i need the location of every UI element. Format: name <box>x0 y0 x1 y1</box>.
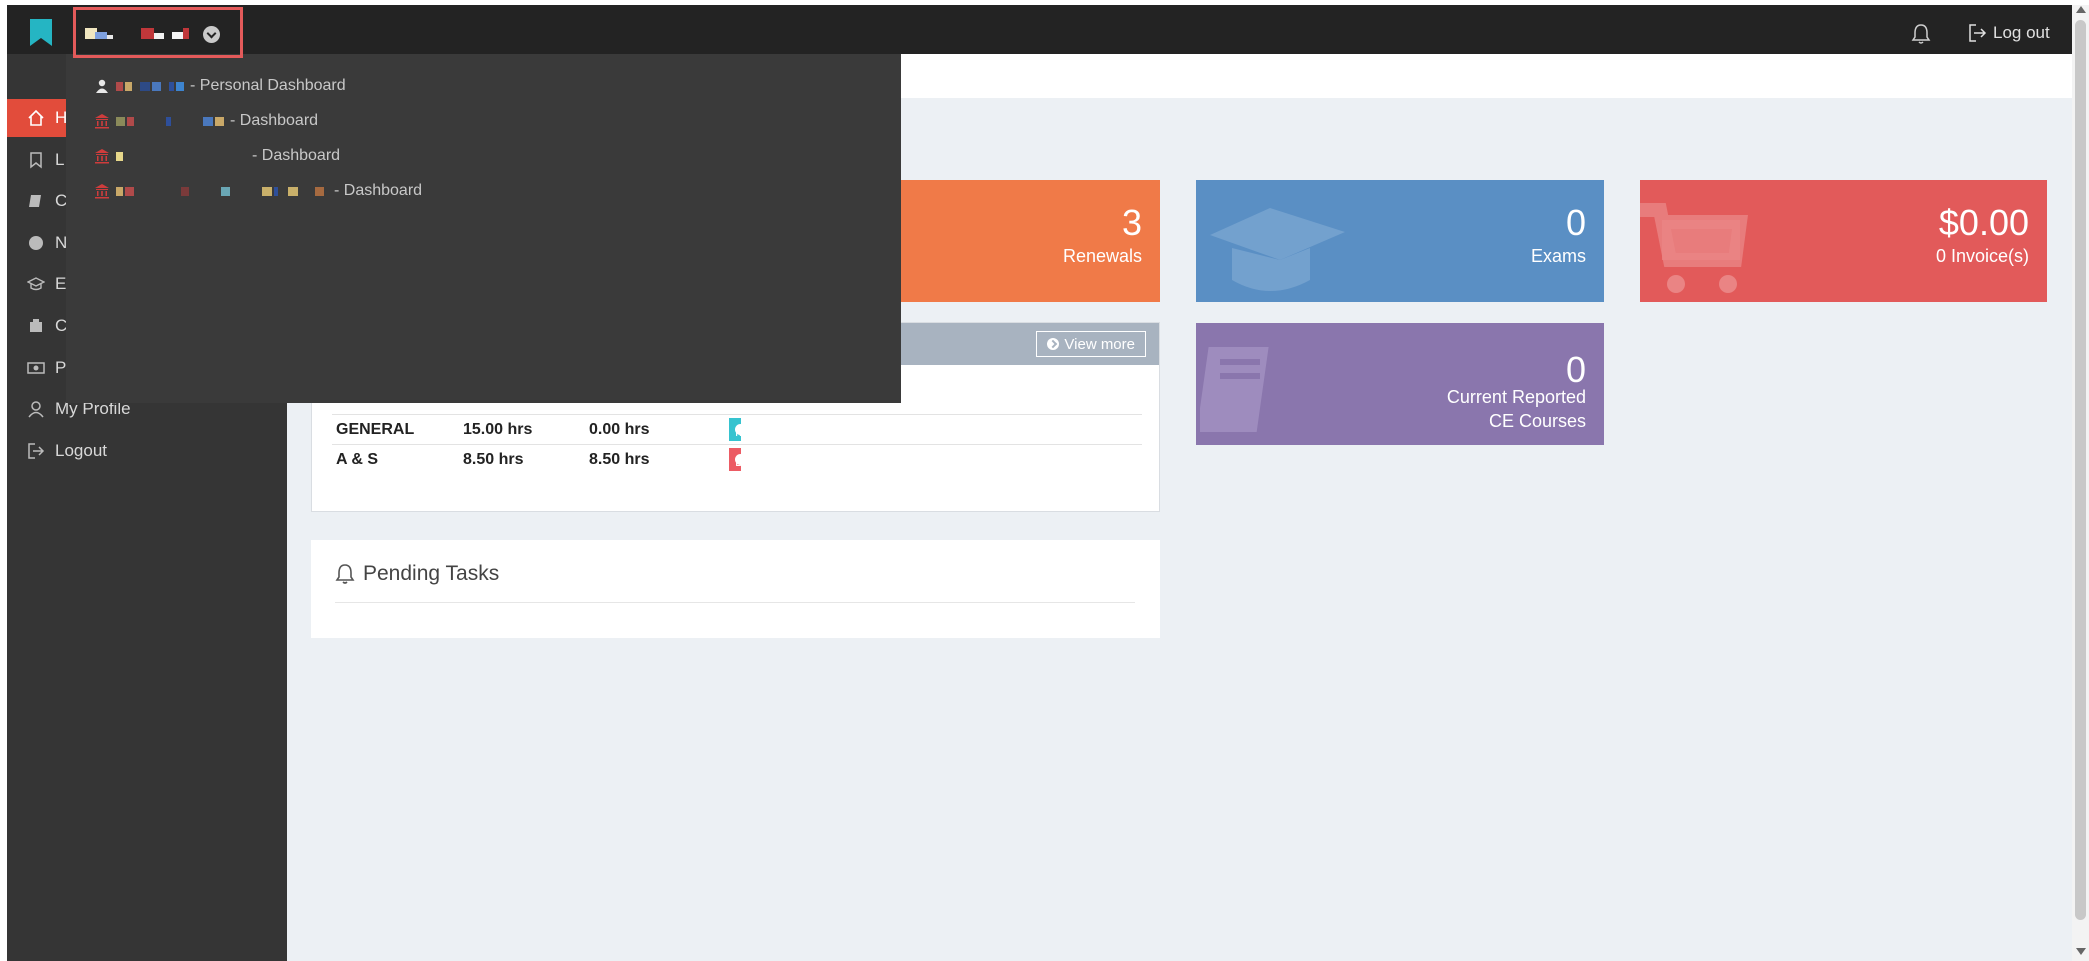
exams-label: Exams <box>1530 246 1586 266</box>
sign-out-icon <box>1969 24 1987 42</box>
account-switcher-button[interactable] <box>73 7 243 58</box>
view-more-button[interactable]: View more <box>1036 331 1146 357</box>
user-outline-icon <box>28 401 44 418</box>
account-option-label: - Dashboard <box>230 112 319 129</box>
courses-label-line2: CE Courses <box>1488 411 1586 431</box>
account-option-label: - Dashboard <box>334 182 423 199</box>
institution-icon <box>95 184 109 199</box>
money-icon <box>27 362 45 374</box>
user-icon <box>96 79 108 93</box>
bookmark-icon <box>30 152 42 169</box>
sidebar-item-label: Logout <box>55 441 107 460</box>
courses-count: 0 <box>1565 349 1586 390</box>
logout-button[interactable]: Log out <box>1967 21 2050 45</box>
bell-icon[interactable] <box>1910 23 1932 45</box>
graduation-cap-icon <box>1210 208 1345 291</box>
account-switcher-dropdown: - Personal Dashboard - Dashboard - Dashb… <box>66 54 901 403</box>
top-navbar: Log out <box>7 5 2072 58</box>
arrow-circle-right-icon <box>1047 338 1060 350</box>
graduation-cap-icon <box>27 277 45 291</box>
scroll-down-arrow-icon[interactable] <box>2076 948 2086 955</box>
renewals-count: 3 <box>1121 202 1142 243</box>
book-icon <box>29 195 41 207</box>
bookmark-icon[interactable] <box>29 19 53 46</box>
sidebar-item-label: L <box>55 150 65 169</box>
pending-tasks-title: Pending Tasks <box>335 562 499 586</box>
required-hours-cell: 8.50 hrs <box>463 451 524 468</box>
shopping-cart-icon <box>1640 203 1748 293</box>
renewals-stat-card[interactable]: 3 Renewals <box>901 180 1160 302</box>
exams-count: 0 <box>1565 202 1586 243</box>
invoice-count: 0 Invoice(s) <box>1935 246 2029 266</box>
scroll-up-arrow-icon[interactable] <box>2076 6 2086 13</box>
divider <box>335 602 1135 603</box>
invoices-stat-card[interactable]: $0.00 0 Invoice(s) <box>1640 180 2047 302</box>
required-hours-cell: 15.00 hrs <box>463 421 533 438</box>
table-row: A & S 8.50 hrs 8.50 hrs Doesn't Meet Req… <box>332 444 1142 499</box>
account-option-label: - Dashboard <box>252 147 341 164</box>
status-text: Doesn't Meet Requirements to Renew <box>735 454 816 499</box>
exams-stat-card[interactable]: 0 Exams <box>1196 180 1604 302</box>
renewals-label: Renewals <box>1062 246 1142 266</box>
pending-tasks-label: Pending Tasks <box>363 562 500 585</box>
logout-label: Log out <box>1993 23 2050 42</box>
chevron-down-circle-icon[interactable] <box>203 26 220 43</box>
bank-icon <box>30 319 42 332</box>
courses-label-line1: Current Reported <box>1446 387 1586 407</box>
pending-tasks-card: Pending Tasks <box>311 540 1160 638</box>
bell-icon <box>335 564 355 584</box>
completed-hours-cell: 8.50 hrs <box>589 451 650 468</box>
account-option-dashboard[interactable]: - Dashboard <box>94 144 340 168</box>
completed-hours-cell: 0.00 hrs <box>589 421 650 438</box>
institution-icon <box>95 149 109 164</box>
category-cell: GENERAL <box>336 421 415 438</box>
scrollbar-thumb[interactable] <box>2075 20 2086 920</box>
courses-stat-card[interactable]: 0 Current Reported CE Courses <box>1196 323 1604 445</box>
view-more-label: View more <box>1064 335 1135 353</box>
sign-out-icon <box>28 443 45 459</box>
category-cell: A & S <box>336 451 379 468</box>
home-icon <box>28 109 44 126</box>
globe-icon <box>29 236 43 250</box>
status-badge: Doesn't Meet Requirements to Renew <box>729 448 816 499</box>
table-row: GENERAL 15.00 hrs 0.00 hrs Meets Require… <box>332 414 1142 469</box>
account-option-personal[interactable]: - Personal Dashboard <box>94 74 346 98</box>
account-option-dashboard[interactable]: - Dashboard <box>94 179 422 203</box>
sidebar-item-label: P <box>55 358 67 377</box>
institution-icon <box>95 114 109 129</box>
status-badge: Meets Requirements to Renew <box>729 418 816 469</box>
book-icon <box>1200 347 1269 432</box>
account-option-label: - Personal Dashboard <box>190 77 346 94</box>
account-option-dashboard[interactable]: - Dashboard <box>94 109 318 133</box>
sidebar-item-label: E <box>55 274 67 293</box>
sidebar-item-logout[interactable]: Logout <box>7 432 287 470</box>
invoice-total: $0.00 <box>1938 202 2029 243</box>
